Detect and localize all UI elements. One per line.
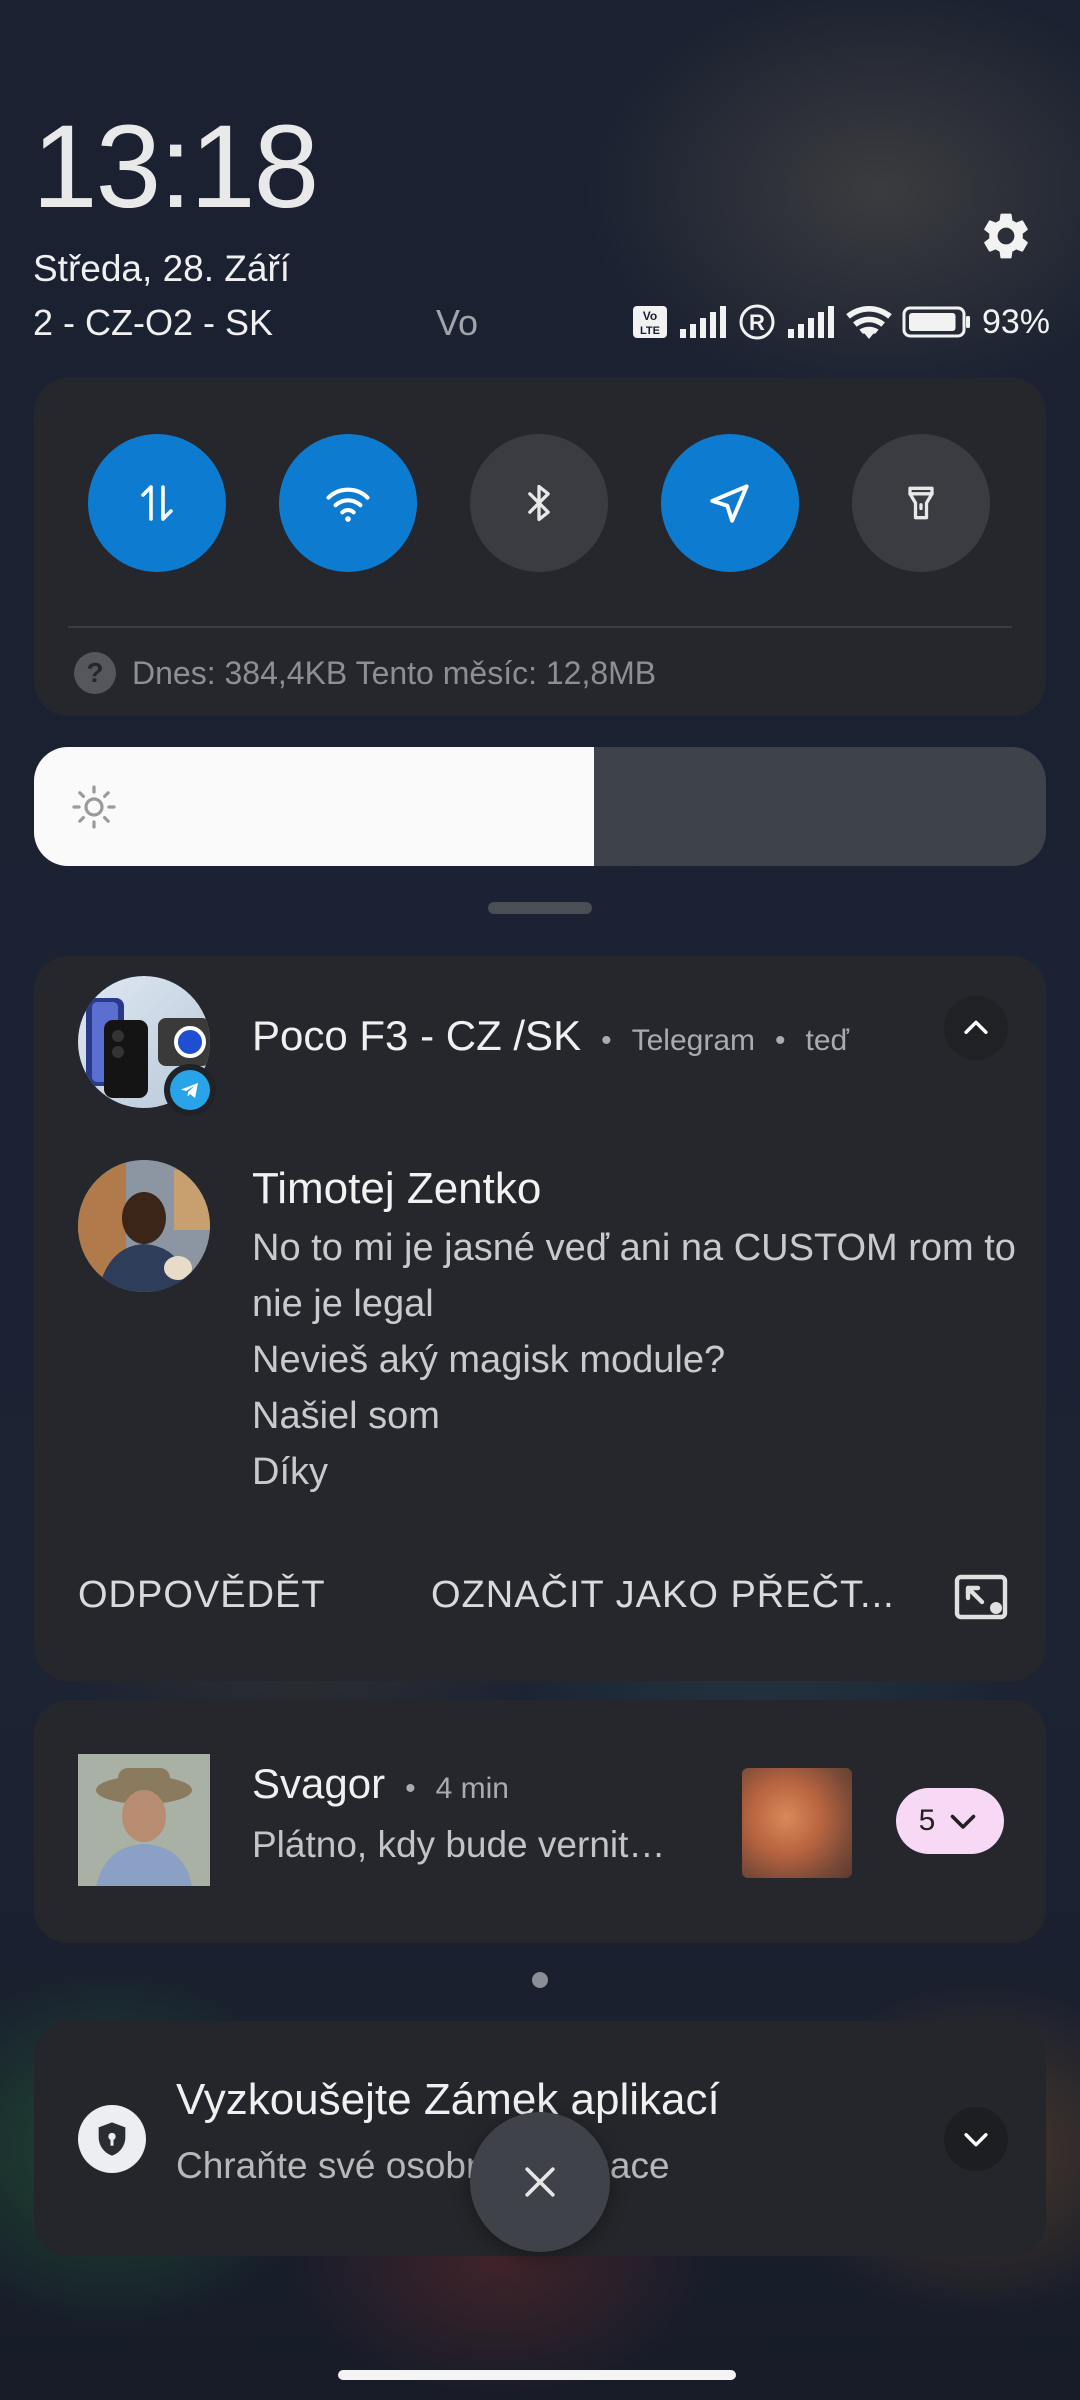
reply-button[interactable]: ODPOVĚDĚT: [78, 1574, 326, 1617]
mobile-data-toggle[interactable]: [88, 434, 226, 572]
bluetooth-icon: [528, 484, 550, 522]
message-text: No to mi je jasné veď ani na CUSTOM rom …: [252, 1227, 1016, 1325]
battery-icon: [902, 306, 970, 338]
chevron-up-icon: [964, 1020, 988, 1034]
settings-gear-icon[interactable]: [978, 208, 1034, 264]
collapse-button[interactable]: [944, 996, 1008, 1060]
roaming-icon: R: [739, 304, 775, 340]
carrier-name: 2 - CZ-O2 - SK: [33, 302, 274, 343]
divider: [68, 626, 1012, 628]
location-arrow-icon: [710, 484, 749, 523]
flashlight-toggle[interactable]: [852, 434, 990, 572]
close-icon: [525, 2167, 555, 2197]
carrier-name-secondary: Vo: [436, 302, 478, 343]
status-bar: Vo LTE R 93%: [632, 302, 1050, 342]
wifi-status-icon: [846, 306, 892, 340]
volte-icon: Vo LTE: [632, 306, 667, 338]
image-thumbnail: [742, 1768, 852, 1878]
brightness-sun-icon: [72, 785, 116, 829]
date: Středa, 28. Září: [33, 248, 291, 289]
group-name: Poco F3 - CZ /SK: [252, 1012, 582, 1059]
shield-lock-icon: [98, 2122, 126, 2156]
flashlight-icon: [908, 486, 934, 520]
notification-header: Svagor • 4 min: [252, 1760, 509, 1807]
help-icon: ?: [74, 652, 116, 694]
svg-text:LTE: LTE: [640, 325, 660, 337]
message-count: 5: [918, 1804, 936, 1837]
contact-name: Svagor: [252, 1760, 386, 1807]
app-icon: [78, 2105, 146, 2173]
mark-as-read-button[interactable]: OZNAČIT JAKO PŘEČT...: [431, 1574, 895, 1617]
data-usage-text: Dnes: 384,4KB Tento měsíc: 12,8MB: [132, 654, 657, 691]
svg-text:R: R: [749, 310, 765, 335]
expand-button[interactable]: [944, 2107, 1008, 2171]
wifi-toggle[interactable]: [279, 434, 417, 572]
telegram-icon: [181, 1083, 198, 1098]
telegram-notification[interactable]: Poco F3 - CZ /SK • Telegram • teď Timote…: [34, 956, 1046, 1681]
data-arrows-icon: [141, 485, 173, 521]
page-indicator: [532, 1972, 548, 1988]
message-text: Našiel som: [252, 1395, 440, 1437]
message-text: Nevieš aký magisk module?: [252, 1339, 726, 1381]
timestamp: teď: [805, 1024, 849, 1057]
brightness-slider[interactable]: [34, 747, 1046, 866]
wifi-icon: [326, 487, 370, 522]
app-name: Telegram: [631, 1024, 755, 1057]
drag-handle[interactable]: [488, 902, 592, 914]
sender-name: Timotej Zentko: [252, 1164, 542, 1213]
notification-header: Poco F3 - CZ /SK • Telegram • teď: [252, 1012, 849, 1059]
message-preview: Plátno, kdy bude vernit…: [252, 1824, 666, 1865]
message-text: Díky: [252, 1451, 328, 1493]
expand-count-button[interactable]: 5: [896, 1788, 1004, 1854]
svagor-notification[interactable]: Svagor • 4 min Plátno, kdy bude vernit… …: [34, 1700, 1046, 1943]
location-toggle[interactable]: [661, 434, 799, 572]
clock: 13:18: [32, 101, 319, 233]
notification-title: Vyzkoušejte Zámek aplikací: [176, 2075, 720, 2124]
data-usage[interactable]: ? Dnes: 384,4KB Tento měsíc: 12,8MB: [74, 652, 656, 694]
signal-icon: [679, 306, 726, 338]
clear-all-button[interactable]: [470, 2112, 610, 2252]
svagor-avatar: [78, 1754, 210, 1886]
quick-settings-panel: ? Dnes: 384,4KB Tento měsíc: 12,8MB: [34, 378, 1046, 716]
bluetooth-toggle[interactable]: [470, 434, 608, 572]
signal-icon-2: [787, 306, 834, 338]
svg-text:Vo: Vo: [643, 309, 657, 323]
battery-percent: 93%: [981, 302, 1050, 341]
floating-window-icon[interactable]: [954, 1574, 1008, 1622]
notification-actions: ODPOVĚDĚT OZNAČIT JAKO PŘEČT...: [78, 1574, 1008, 1630]
chevron-down-icon: [951, 1814, 976, 1829]
home-indicator[interactable]: [338, 2370, 736, 2380]
chevron-down-icon: [964, 2133, 988, 2147]
sender-avatar: [78, 1160, 210, 1292]
telegram-badge: [164, 1064, 216, 1116]
timestamp: 4 min: [435, 1772, 509, 1805]
